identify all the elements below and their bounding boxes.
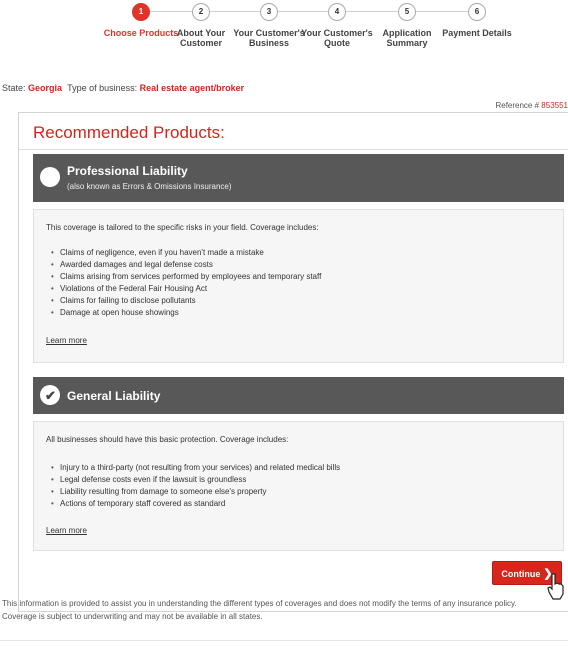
divider (19, 149, 568, 150)
list-item: Legal defense costs even if the lawsuit … (51, 474, 340, 486)
step-label: Application Summary (382, 28, 432, 48)
step-number: 5 (398, 3, 416, 21)
step-number: 1 (132, 3, 150, 21)
step-your-customers-quote[interactable]: 4 Your Customer's Quote (297, 3, 377, 48)
step-label: Payment Details (442, 28, 512, 38)
list-item: Claims arising from services performed b… (51, 271, 321, 283)
radio-unselected-icon[interactable] (40, 167, 60, 187)
divider (0, 640, 568, 641)
continue-label: Continue (501, 569, 541, 579)
list-item: Violations of the Federal Fair Housing A… (51, 283, 321, 295)
step-number: 4 (328, 3, 346, 21)
product-subtitle: (also known as Errors & Omissions Insura… (67, 182, 232, 191)
list-item: Liability resulting from damage to someo… (51, 486, 340, 498)
step-label: Your Customer's Quote (301, 28, 373, 48)
coverage-intro: This coverage is tailored to the specifi… (46, 223, 319, 232)
product-name: Professional Liability (67, 164, 188, 178)
product-professional-liability-header[interactable]: Professional Liability (also known as Er… (33, 154, 564, 202)
step-payment-details[interactable]: 6 Payment Details (437, 3, 517, 38)
product-name: General Liability (67, 389, 161, 403)
coverage-intro: All businesses should have this basic pr… (46, 435, 289, 444)
list-item: Claims of negligence, even if you haven'… (51, 247, 321, 259)
radio-selected[interactable]: ✔ (40, 385, 60, 405)
coverage-list: Injury to a third-party (not resulting f… (48, 462, 340, 510)
business-type-label: Type of business: (67, 83, 138, 93)
list-item: Injury to a third-party (not resulting f… (51, 462, 340, 474)
panel-title: Recommended Products: (33, 123, 225, 142)
context-line: State: Georgia Type of business: Real es… (2, 83, 244, 93)
list-item: Claims for failing to disclose pollutant… (51, 295, 321, 307)
reference-value: 853551 (541, 101, 568, 110)
disclaimer-text: This information is provided to assist y… (2, 599, 517, 621)
list-item: Awarded damages and legal defense costs (51, 259, 321, 271)
recommended-products-panel: Recommended Products: Professional Liabi… (18, 112, 568, 612)
step-number: 6 (468, 3, 486, 21)
product-general-liability-header[interactable]: ✔ General Liability (33, 377, 564, 414)
learn-more-link[interactable]: Learn more (46, 526, 87, 535)
checkmark-icon: ✔ (45, 388, 56, 403)
step-number: 3 (260, 3, 278, 21)
list-item: Actions of temporary staff covered as st… (51, 498, 340, 510)
state-label: State: (2, 83, 26, 93)
progress-stepper: 1 Choose Products 2 About Your Customer … (0, 0, 568, 78)
hand-cursor-icon (547, 573, 564, 600)
state-value: Georgia (28, 83, 63, 93)
step-application-summary[interactable]: 5 Application Summary (367, 3, 447, 48)
product-professional-liability-description: This coverage is tailored to the specifi… (33, 209, 564, 363)
coverage-list: Claims of negligence, even if you haven'… (48, 247, 321, 319)
business-type-value: Real estate agent/broker (139, 83, 245, 93)
reference-label: Reference # (495, 101, 540, 110)
list-item: Damage at open house showings (51, 307, 321, 319)
product-general-liability-description: All businesses should have this basic pr… (33, 421, 564, 551)
reference-number: Reference # 853551 (495, 101, 568, 110)
step-number: 2 (192, 3, 210, 21)
learn-more-link[interactable]: Learn more (46, 336, 87, 345)
